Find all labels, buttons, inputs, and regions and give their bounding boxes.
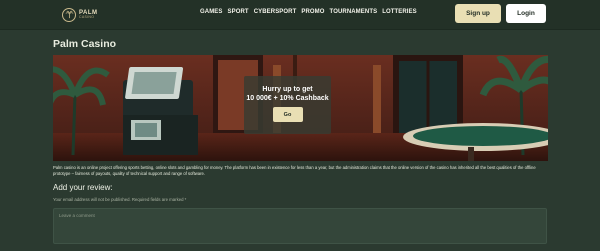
go-button[interactable]: Go	[272, 107, 303, 122]
nav-lotteries[interactable]: LOTTERIES	[382, 9, 417, 15]
page-title: Palm Casino	[53, 38, 117, 50]
casino-description: Palm casino is an online project offerin…	[53, 165, 536, 176]
main-nav: GAMES SPORT CYBERSPORT PROMO TOURNAMENTS…	[200, 9, 417, 15]
nav-promo[interactable]: PROMO	[301, 9, 324, 15]
promo-headline: Hurry up to get	[262, 86, 313, 93]
review-textarea[interactable]	[53, 208, 547, 244]
nav-sport[interactable]: SPORT	[228, 9, 249, 15]
promo-offer: 10 000€ + 10% Cashback	[246, 95, 329, 102]
sign-up-button[interactable]: Sign up	[455, 4, 501, 23]
nav-tournaments[interactable]: TOURNAMENTS	[330, 9, 378, 15]
review-note: Your email address will not be published…	[53, 197, 187, 202]
login-button[interactable]: Login	[506, 4, 546, 23]
logo-subtitle: CASINO	[79, 14, 95, 19]
palm-casino-logo[interactable]: PALM CASINO	[62, 6, 98, 23]
nav-games[interactable]: GAMES	[200, 9, 223, 15]
palm-tree-icon	[62, 7, 76, 22]
promo-box: Hurry up to get 10 000€ + 10% Cashback G…	[244, 76, 331, 134]
review-heading: Add your review:	[53, 183, 113, 192]
top-bar: PALM CASINO GAMES SPORT CYBERSPORT PROMO…	[0, 0, 600, 30]
nav-cybersport[interactable]: CYBERSPORT	[254, 9, 297, 15]
